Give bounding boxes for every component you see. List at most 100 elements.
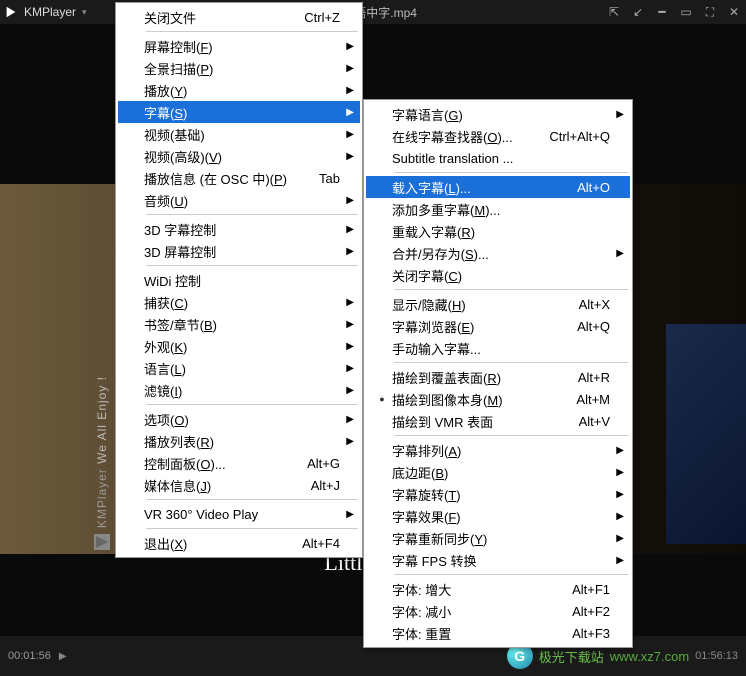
- subtitle-menu-separator: [394, 362, 628, 363]
- main-menu-item-6[interactable]: 视频(基础)▶: [118, 123, 360, 145]
- title-bar: KMPlayer ▾ 好-2022_HD粤语中字.mp4 ⇱ ↙ ━ ▭ ⛶ ✕: [0, 0, 746, 24]
- watermark-name: 极光下载站: [539, 647, 604, 666]
- subtitle-menu-item-15[interactable]: ●描绘到图像本身(M)Alt+M: [366, 388, 630, 410]
- subtitle-menu-item-5[interactable]: 添加多重字幕(M)...: [366, 198, 630, 220]
- menu-item-label: 字幕重新同步(Y): [392, 529, 610, 548]
- pin-icon[interactable]: ↙: [630, 4, 646, 20]
- title-left: KMPlayer ▾: [4, 5, 87, 19]
- subtitle-menu-item-4[interactable]: 载入字幕(L)...Alt+O: [366, 176, 630, 198]
- menu-item-label: 字体: 重置: [392, 624, 572, 643]
- minimize-icon[interactable]: ━: [654, 4, 670, 20]
- submenu-arrow-icon: ▶: [344, 414, 354, 425]
- menu-item-label: 全景扫描(P): [144, 59, 340, 78]
- subtitle-menu-item-6[interactable]: 重载入字幕(R): [366, 220, 630, 242]
- brand-icon: [94, 534, 110, 550]
- subtitle-menu-item-19[interactable]: 底边距(B)▶: [366, 461, 630, 483]
- menu-item-label: 重载入字幕(R): [392, 222, 610, 241]
- menu-item-label: 字体: 增大: [392, 580, 572, 599]
- main-menu-item-24[interactable]: 媒体信息(J)Alt+J: [118, 474, 360, 496]
- menu-item-label: 关闭字幕(C): [392, 266, 610, 285]
- brand-sidebar: KMPlayer We All Enjoy !: [92, 100, 112, 550]
- check-icon: ●: [372, 394, 392, 404]
- submenu-arrow-icon: ▶: [344, 151, 354, 162]
- total-time: 01:56:13: [695, 650, 738, 662]
- main-menu-item-9[interactable]: 音频(U)▶: [118, 189, 360, 211]
- main-menu-item-0[interactable]: 关闭文件Ctrl+Z: [118, 6, 360, 28]
- submenu-arrow-icon: ▶: [614, 511, 624, 522]
- main-menu-item-19[interactable]: 滤镜(I)▶: [118, 379, 360, 401]
- subtitle-menu-item-12[interactable]: 手动输入字幕...: [366, 337, 630, 359]
- restore-icon[interactable]: ▭: [678, 4, 694, 20]
- main-menu-item-22[interactable]: 播放列表(R)▶: [118, 430, 360, 452]
- menu-item-shortcut: Ctrl+Alt+Q: [549, 129, 614, 144]
- subtitle-menu-item-23[interactable]: 字幕 FPS 转换▶: [366, 549, 630, 571]
- menu-item-shortcut: Alt+M: [576, 392, 614, 407]
- submenu-arrow-icon: ▶: [614, 489, 624, 500]
- main-menu-item-3[interactable]: 全景扫描(P)▶: [118, 57, 360, 79]
- menu-item-label: 视频(基础): [144, 125, 340, 144]
- main-menu-item-18[interactable]: 语言(L)▶: [118, 357, 360, 379]
- subtitle-menu-item-14[interactable]: 描绘到覆盖表面(R)Alt+R: [366, 366, 630, 388]
- menu-item-label: 播放信息 (在 OSC 中)(P): [144, 169, 319, 188]
- menu-item-label: 手动输入字幕...: [392, 339, 610, 358]
- menu-item-label: VR 360° Video Play: [144, 507, 340, 522]
- main-menu-item-17[interactable]: 外观(K)▶: [118, 335, 360, 357]
- main-menu-item-7[interactable]: 视频(高级)(V)▶: [118, 145, 360, 167]
- pop-out-icon[interactable]: ⇱: [606, 4, 622, 20]
- menu-item-label: 选项(O): [144, 410, 340, 429]
- subtitle-menu-item-27[interactable]: 字体: 重置Alt+F3: [366, 622, 630, 644]
- main-menu-item-11[interactable]: 3D 字幕控制▶: [118, 218, 360, 240]
- main-menu-item-4[interactable]: 播放(Y)▶: [118, 79, 360, 101]
- subtitle-menu-item-8[interactable]: 关闭字幕(C): [366, 264, 630, 286]
- submenu-arrow-icon: ▶: [614, 445, 624, 456]
- main-menu-item-23[interactable]: 控制面板(O)...Alt+G: [118, 452, 360, 474]
- submenu-arrow-icon: ▶: [614, 109, 624, 120]
- subtitle-menu-item-21[interactable]: 字幕效果(F)▶: [366, 505, 630, 527]
- main-menu-item-15[interactable]: 捕获(C)▶: [118, 291, 360, 313]
- subtitle-menu-item-26[interactable]: 字体: 减小Alt+F2: [366, 600, 630, 622]
- menu-item-shortcut: Alt+F2: [572, 604, 614, 619]
- menu-item-label: 描绘到覆盖表面(R): [392, 368, 578, 387]
- subtitle-menu-item-22[interactable]: 字幕重新同步(Y)▶: [366, 527, 630, 549]
- main-menu-item-2[interactable]: 屏幕控制(F)▶: [118, 35, 360, 57]
- play-indicator-icon[interactable]: ▶: [59, 651, 67, 662]
- submenu-arrow-icon: ▶: [344, 319, 354, 330]
- subtitle-menu-separator: [394, 289, 628, 290]
- menu-item-shortcut: Alt+F4: [302, 536, 344, 551]
- main-menu-item-28[interactable]: 退出(X)Alt+F4: [118, 532, 360, 554]
- main-menu-item-8[interactable]: 播放信息 (在 OSC 中)(P)Tab: [118, 167, 360, 189]
- subtitle-menu-item-7[interactable]: 合并/另存为(S)...▶: [366, 242, 630, 264]
- main-menu-item-12[interactable]: 3D 屏幕控制▶: [118, 240, 360, 262]
- subtitle-menu-item-2[interactable]: Subtitle translation ...: [366, 147, 630, 169]
- subtitle-menu-item-18[interactable]: 字幕排列(A)▶: [366, 439, 630, 461]
- menu-item-label: 媒体信息(J): [144, 476, 311, 495]
- main-menu-item-14[interactable]: WiDi 控制: [118, 269, 360, 291]
- maximize-icon[interactable]: ⛶: [702, 4, 718, 20]
- subtitle-menu-item-0[interactable]: 字幕语言(G)▶: [366, 103, 630, 125]
- brand-text: KMPlayer We All Enjoy !: [95, 376, 109, 528]
- main-menu-separator: [146, 528, 358, 529]
- menu-item-label: 载入字幕(L)...: [392, 178, 577, 197]
- main-menu-item-5[interactable]: 字幕(S)▶: [118, 101, 360, 123]
- app-name[interactable]: KMPlayer: [24, 5, 76, 19]
- subtitle-menu-item-1[interactable]: 在线字幕查找器(O)...Ctrl+Alt+Q: [366, 125, 630, 147]
- subtitle-menu-item-10[interactable]: 显示/隐藏(H)Alt+X: [366, 293, 630, 315]
- submenu-arrow-icon: ▶: [344, 107, 354, 118]
- subtitle-menu-item-16[interactable]: 描绘到 VMR 表面Alt+V: [366, 410, 630, 432]
- submenu-arrow-icon: ▶: [344, 297, 354, 308]
- context-menu-main: 关闭文件Ctrl+Z屏幕控制(F)▶全景扫描(P)▶播放(Y)▶字幕(S)▶视频…: [115, 2, 363, 558]
- main-menu-item-21[interactable]: 选项(O) ▶: [118, 408, 360, 430]
- menu-item-shortcut: Alt+Q: [577, 319, 614, 334]
- subtitle-menu-item-25[interactable]: 字体: 增大Alt+F1: [366, 578, 630, 600]
- subtitle-menu-separator: [394, 574, 628, 575]
- menu-item-label: 语言(L): [144, 359, 340, 378]
- submenu-arrow-icon: ▶: [344, 195, 354, 206]
- menu-item-label: 字幕浏览器(E): [392, 317, 577, 336]
- subtitle-menu-item-11[interactable]: 字幕浏览器(E)Alt+Q: [366, 315, 630, 337]
- close-icon[interactable]: ✕: [726, 4, 742, 20]
- menu-item-shortcut: Alt+R: [578, 370, 614, 385]
- main-menu-item-26[interactable]: VR 360° Video Play▶: [118, 503, 360, 525]
- main-menu-item-16[interactable]: 书签/章节(B)▶: [118, 313, 360, 335]
- subtitle-menu-item-20[interactable]: 字幕旋转(T)▶: [366, 483, 630, 505]
- app-icon: [4, 5, 18, 19]
